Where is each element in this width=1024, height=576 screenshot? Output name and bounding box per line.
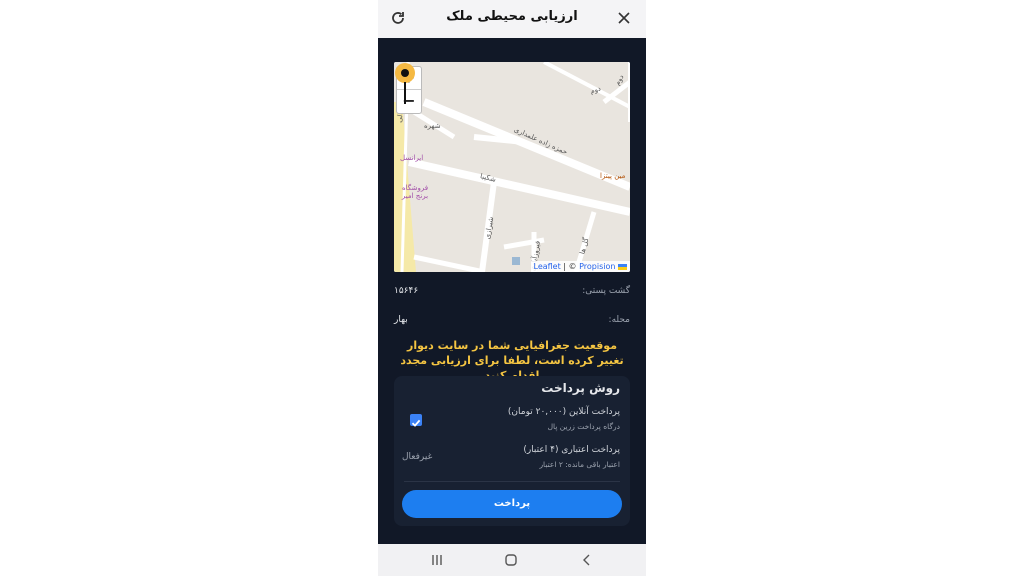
district-row: محله: بهار <box>394 315 630 331</box>
poi-label-store: فروشگاه برنج امیر <box>401 184 429 200</box>
street-label: شهره <box>424 122 441 130</box>
map-attribution: Leaflet | © Propision <box>530 261 630 272</box>
flag-icon <box>618 263 627 270</box>
home-icon[interactable] <box>504 553 518 567</box>
recent-apps-icon[interactable] <box>430 553 444 567</box>
poi-label-pizza: مین پیتزا <box>600 172 626 180</box>
leaflet-link[interactable]: Leaflet <box>534 262 561 271</box>
divider <box>404 481 620 482</box>
credit-payment-label: پرداخت اعتباری (۴ اعتبار) <box>523 445 620 455</box>
district-value: بهار <box>394 315 408 325</box>
postal-value: ۱۵۶۴۶ <box>394 286 419 296</box>
phone-screen: ارزیابی محیطی ملک حمزه زاده علمداری شکیب… <box>378 0 646 576</box>
system-nav-bar <box>378 544 646 576</box>
pay-button[interactable]: پرداخت <box>402 490 622 518</box>
postal-row: گشت پستی: ۱۵۶۴۶ <box>394 286 630 302</box>
credit-payment-sub: اعتبار باقی مانده: ۲ اعتبار <box>539 460 620 469</box>
online-payment-label: پرداخت آنلاین (۲۰,۰۰۰ تومان) <box>507 407 620 417</box>
checkmark-icon <box>411 419 421 427</box>
district-label: محله: <box>608 315 630 325</box>
postal-label: گشت پستی: <box>582 286 630 296</box>
header-bar: ارزیابی محیطی ملک <box>378 0 646 38</box>
location-pin-icon[interactable] <box>394 62 416 106</box>
attribution-separator: | © <box>563 262 577 271</box>
page-title: ارزیابی محیطی ملک <box>446 9 578 24</box>
payment-card: روش پرداخت پرداخت آنلاین (۲۰,۰۰۰ تومان) … <box>394 376 630 526</box>
refresh-icon[interactable] <box>390 10 406 26</box>
main-content: حمزه زاده علمداری شکیبا شهره شیرازی فیرو… <box>378 38 646 544</box>
close-icon[interactable] <box>616 10 632 26</box>
online-payment-sub: درگاه پرداخت زرین پال <box>547 422 620 431</box>
provider-link[interactable]: Propision <box>579 262 615 271</box>
online-payment-checkbox[interactable] <box>410 414 422 427</box>
credit-inactive-label: غیرفعال <box>402 452 433 462</box>
payment-title: روش پرداخت <box>541 381 620 395</box>
poi-label-irancell: ایرانسل <box>400 154 424 162</box>
map-view[interactable]: حمزه زاده علمداری شکیبا شهره شیرازی فیرو… <box>394 62 630 272</box>
back-icon[interactable] <box>580 553 594 567</box>
